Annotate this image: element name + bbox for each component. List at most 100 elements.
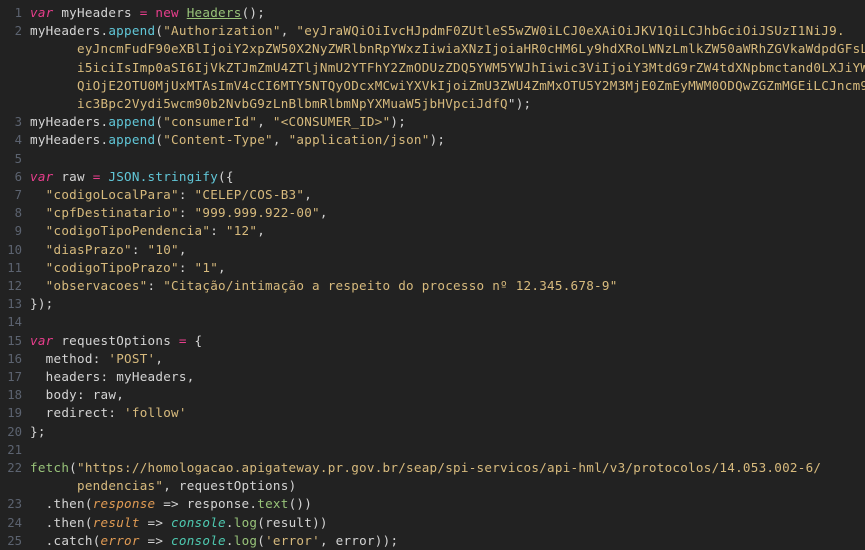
code-line-content: "observacoes": "Citação/intimação a resp… [29, 277, 865, 295]
punctuation: : [178, 205, 195, 221]
punctuation: : [92, 350, 109, 366]
line-number: 15 [7, 333, 22, 348]
line-number: 11 [7, 260, 22, 275]
punctuation: . [225, 514, 234, 530]
line-number: 10 [7, 242, 22, 257]
code-line: 22 fetch("https://homologacao.apigateway… [0, 459, 865, 477]
code-line-content: ic3Bpc2Vydi5wcm90b2NvbG9zLnBlbmRlbmNpYXM… [29, 95, 865, 113]
string-jwt-part-2: eyJncmFudF90eXBlIjoiY2xpZW50X2NyZWRlbnRp… [77, 41, 865, 57]
punctuation: , [163, 478, 179, 494]
identifier: myHeaders [53, 5, 140, 20]
code-line-content: redirect: 'follow' [29, 404, 865, 422]
code-line-content: QiOjE2OTU0MjUxMTAsImV4cCI6MTY5NTQyODcxMC… [29, 77, 865, 95]
code-line: 18 body: raw, [0, 386, 865, 404]
code-line-content: "codigoTipoPrazo": "1", [29, 259, 865, 277]
string-authorization: "Authorization" [163, 23, 281, 39]
code-line: 23 .then(response => response.text()) [0, 495, 865, 513]
code-line-content [29, 441, 865, 459]
method-append: append [108, 114, 156, 130]
string-jwt-part-1: "eyJraWQiOiIvcHJpdmF0ZUtleS5wZW0iLCJ0eXA… [296, 23, 845, 39]
param-result: result [92, 514, 140, 530]
punctuation: , [280, 23, 297, 39]
punctuation: ); [390, 114, 407, 130]
line-number: 12 [7, 279, 22, 294]
line-number: 13 [7, 297, 22, 312]
property-redirect: redirect [45, 405, 109, 421]
value-body: raw [92, 387, 117, 403]
identifier-requestoptions: requestOptions [53, 332, 179, 348]
method-append: append [108, 23, 156, 39]
punctuation: )); [374, 532, 399, 548]
param-response: response [92, 496, 156, 512]
code-line-content: var myHeaders = new Headers(); [29, 4, 865, 22]
code-line: 25 .catch(error => console.log('error', … [0, 532, 865, 550]
line-number: 1 [14, 6, 22, 20]
code-line-wrapped: eyJncmFudF90eXBlIjoiY2xpZW50X2NyZWRlbnRp… [0, 40, 865, 58]
code-line-blank: 21 [0, 441, 865, 459]
object-reference: myHeaders. [30, 132, 109, 148]
punctuation: ({ [218, 168, 234, 184]
function-fetch: fetch [30, 460, 70, 476]
punctuation: , [218, 259, 226, 275]
punctuation: ( [92, 532, 101, 548]
param-error: error [100, 532, 140, 548]
punctuation: , [116, 387, 125, 403]
line-number: 3 [14, 115, 22, 130]
string-jwt-part-5: ic3Bpc2Vydi5wcm90b2NvbG9zLnBlbmRlbmNpYXM… [77, 96, 508, 112]
line-number: 8 [14, 206, 22, 221]
code-line-content [29, 150, 865, 168]
punctuation: ( [257, 532, 266, 548]
punctuation: (); [241, 5, 266, 20]
argument-error: error [335, 532, 375, 548]
property-headers: headers [45, 369, 101, 385]
object-response: response. [186, 496, 258, 512]
method-then: .then [45, 496, 85, 512]
value-headers: myHeaders [116, 369, 187, 385]
punctuation: ( [84, 514, 93, 530]
string-consumer-id-key: "consumerId" [163, 114, 258, 130]
code-line: 10 "diasPrazo": "10", [0, 241, 865, 259]
string-consumer-id-value: "<CONSUMER_ID>" [272, 114, 391, 130]
line-number: 17 [7, 370, 22, 385]
method-append: append [108, 132, 156, 148]
code-line-content: }); [29, 295, 865, 313]
json-key-observacoes: "observacoes" [45, 278, 148, 294]
string-content-type-value: "application/json" [288, 132, 430, 148]
code-line-content [29, 313, 865, 331]
code-line-wrapped: ic3Bpc2Vydi5wcm90b2NvbG9zLnBlbmRlbmNpYXM… [0, 95, 865, 113]
code-line: 13 }); [0, 295, 865, 313]
punctuation: : [108, 405, 125, 421]
punctuation: . [225, 532, 234, 548]
json-value-diasprazo: "10" [147, 241, 179, 257]
code-line-content: "cpfDestinatario": "999.999.922-00", [29, 204, 865, 222]
code-line: 4 myHeaders.append("Content-Type", "appl… [0, 131, 865, 149]
json-value-cpfdestinatario: "999.999.922-00" [194, 205, 320, 221]
line-number: 2 [14, 24, 22, 39]
method-log: log [233, 532, 258, 548]
punctuation: { [186, 332, 203, 348]
code-line-content: "codigoLocalPara": "CELEP/COS-B3", [29, 186, 865, 204]
line-number: 21 [7, 442, 22, 457]
property-method: method [45, 350, 93, 366]
code-line: 12 "observacoes": "Citação/intimação a r… [0, 277, 865, 295]
value-http-method: 'POST' [108, 350, 156, 366]
code-line-content: }; [29, 423, 865, 441]
operator-assign: = [92, 168, 101, 184]
code-line-wrapped: QiOjE2OTU0MjUxMTAsImV4cCI6MTY5NTQyODcxMC… [0, 77, 865, 95]
code-editor-pane[interactable]: 1 var myHeaders = new Headers(); 2 myHea… [0, 0, 865, 548]
code-line-content: "codigoTipoPendencia": "12", [29, 222, 865, 240]
code-line: 1 var myHeaders = new Headers(); [0, 4, 865, 22]
code-line-content: .then(response => response.text()) [29, 495, 865, 513]
object-reference: myHeaders. [30, 23, 109, 39]
punctuation: : [178, 187, 195, 203]
punctuation: ) [288, 478, 297, 494]
code-line-content: i5iciIsImp0aSI6IjVkZTJmZmU4ZTljNmU2YTFhY… [29, 59, 865, 77]
code-line: 2 myHeaders.append("Authorization", "eyJ… [0, 22, 865, 40]
punctuation: , [178, 241, 187, 257]
punctuation: , [257, 114, 273, 130]
code-line-wrapped: pendencias", requestOptions) [0, 477, 865, 495]
argument-requestoptions: requestOptions [178, 478, 289, 494]
punctuation: "); [507, 96, 532, 112]
code-line-content: var requestOptions = { [29, 332, 865, 350]
code-line-blank: 5 [0, 150, 865, 168]
